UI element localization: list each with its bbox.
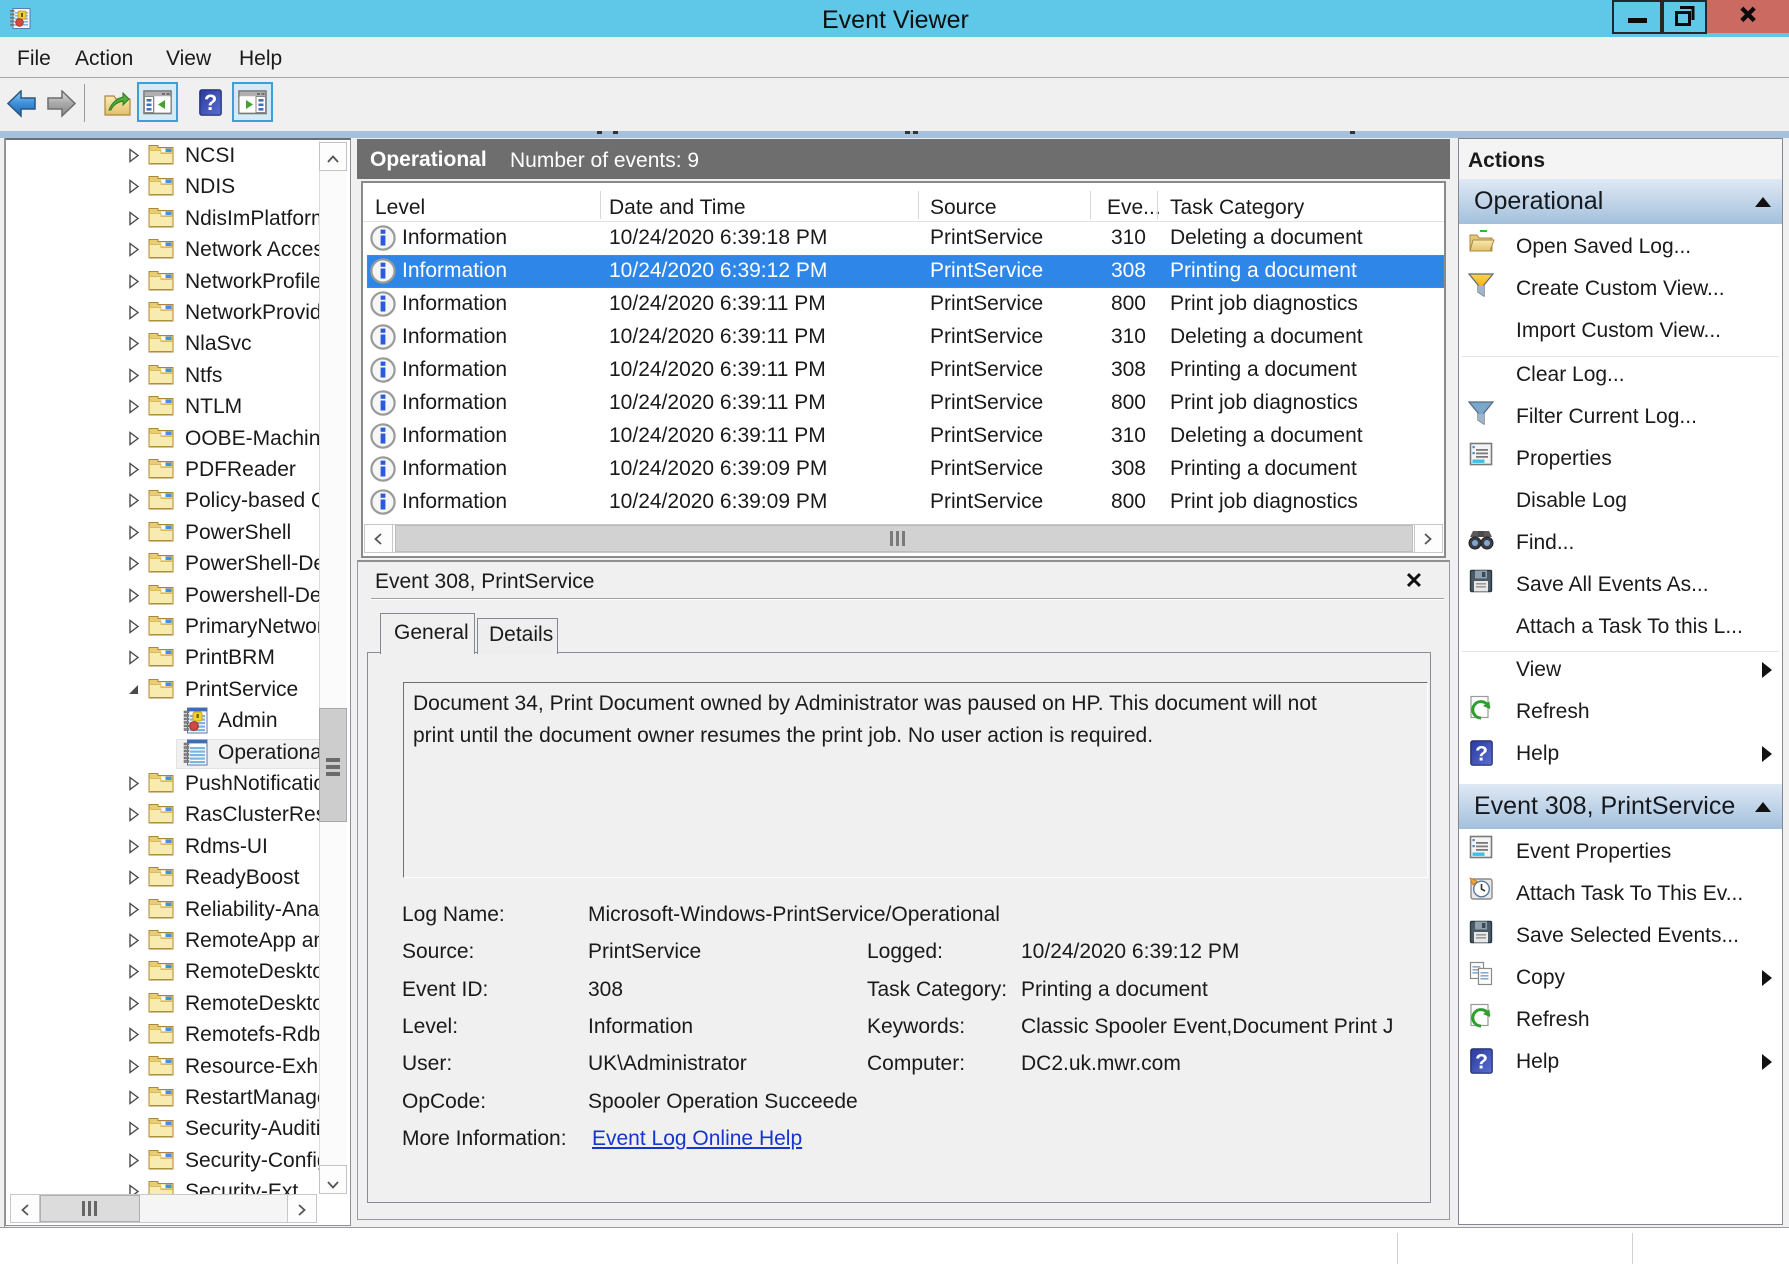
svg-text:?: ? — [204, 90, 217, 115]
svg-text:?: ? — [1475, 1050, 1488, 1073]
svg-text:?: ? — [1475, 742, 1488, 765]
